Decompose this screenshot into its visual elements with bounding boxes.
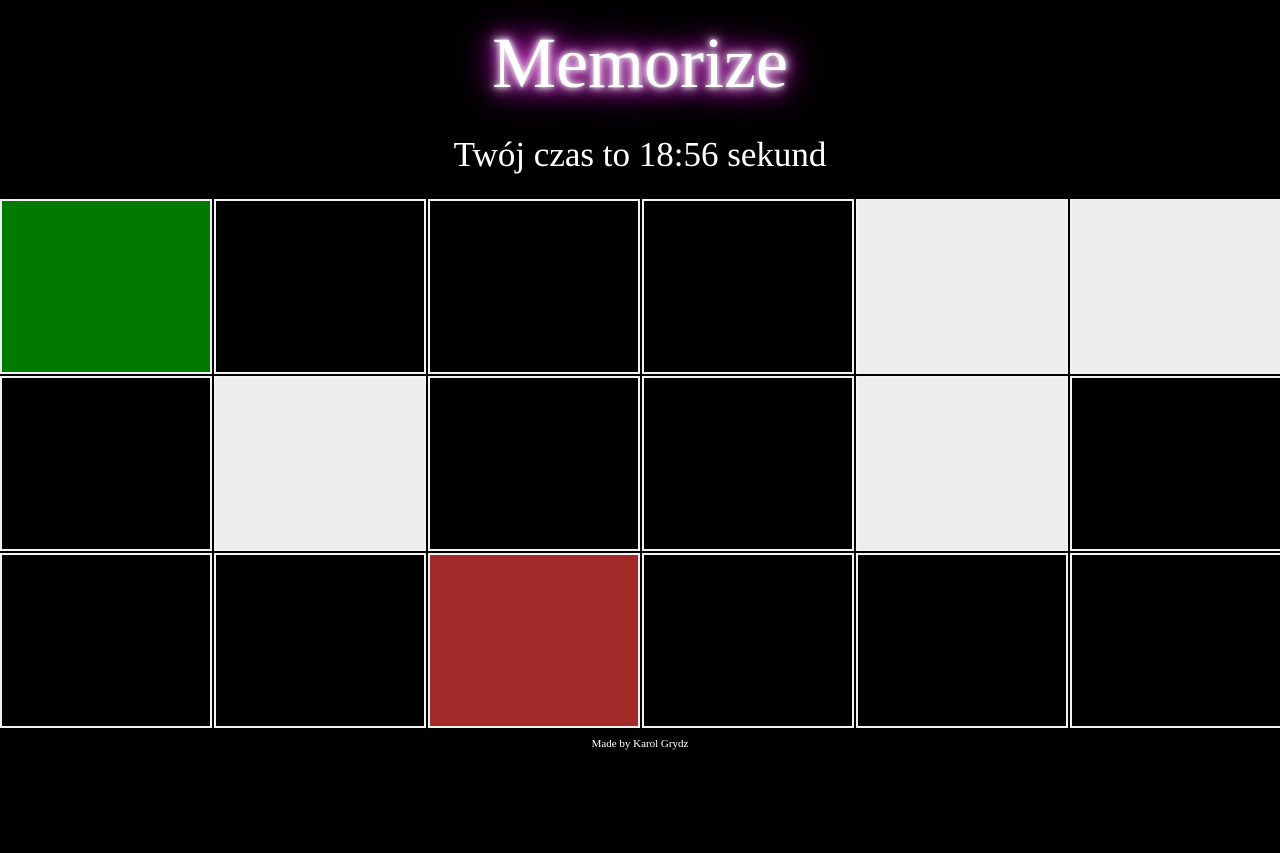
game-page: Memorize Twój czas to 18:56 sekund Made … bbox=[0, 0, 1280, 853]
memory-tile-hidden[interactable] bbox=[214, 199, 426, 374]
memory-tile-light[interactable] bbox=[214, 376, 426, 551]
memory-tile-hidden[interactable] bbox=[0, 376, 212, 551]
memory-board bbox=[0, 199, 1280, 729]
memory-tile-hidden[interactable] bbox=[1070, 553, 1280, 728]
time-result-text: Twój czas to 18:56 sekund bbox=[453, 135, 827, 174]
footer-credit: Made by Karol Grydz bbox=[591, 738, 689, 750]
memory-tile-hidden[interactable] bbox=[642, 376, 854, 551]
memory-tile-light[interactable] bbox=[856, 199, 1068, 374]
memory-tile-light[interactable] bbox=[856, 376, 1068, 551]
memory-tile-green[interactable] bbox=[0, 199, 212, 374]
memory-tile-hidden[interactable] bbox=[214, 553, 426, 728]
memory-tile-hidden[interactable] bbox=[0, 553, 212, 728]
memory-tile-hidden[interactable] bbox=[642, 199, 854, 374]
memory-tile-hidden[interactable] bbox=[428, 199, 640, 374]
memory-tile-hidden[interactable] bbox=[428, 376, 640, 551]
game-title: Memorize bbox=[492, 23, 788, 103]
memory-tile-hidden[interactable] bbox=[1070, 376, 1280, 551]
memory-tile-red[interactable] bbox=[428, 553, 640, 728]
memory-tile-hidden[interactable] bbox=[642, 553, 854, 728]
memory-tile-light[interactable] bbox=[1070, 199, 1280, 374]
memory-tile-hidden[interactable] bbox=[856, 553, 1068, 728]
